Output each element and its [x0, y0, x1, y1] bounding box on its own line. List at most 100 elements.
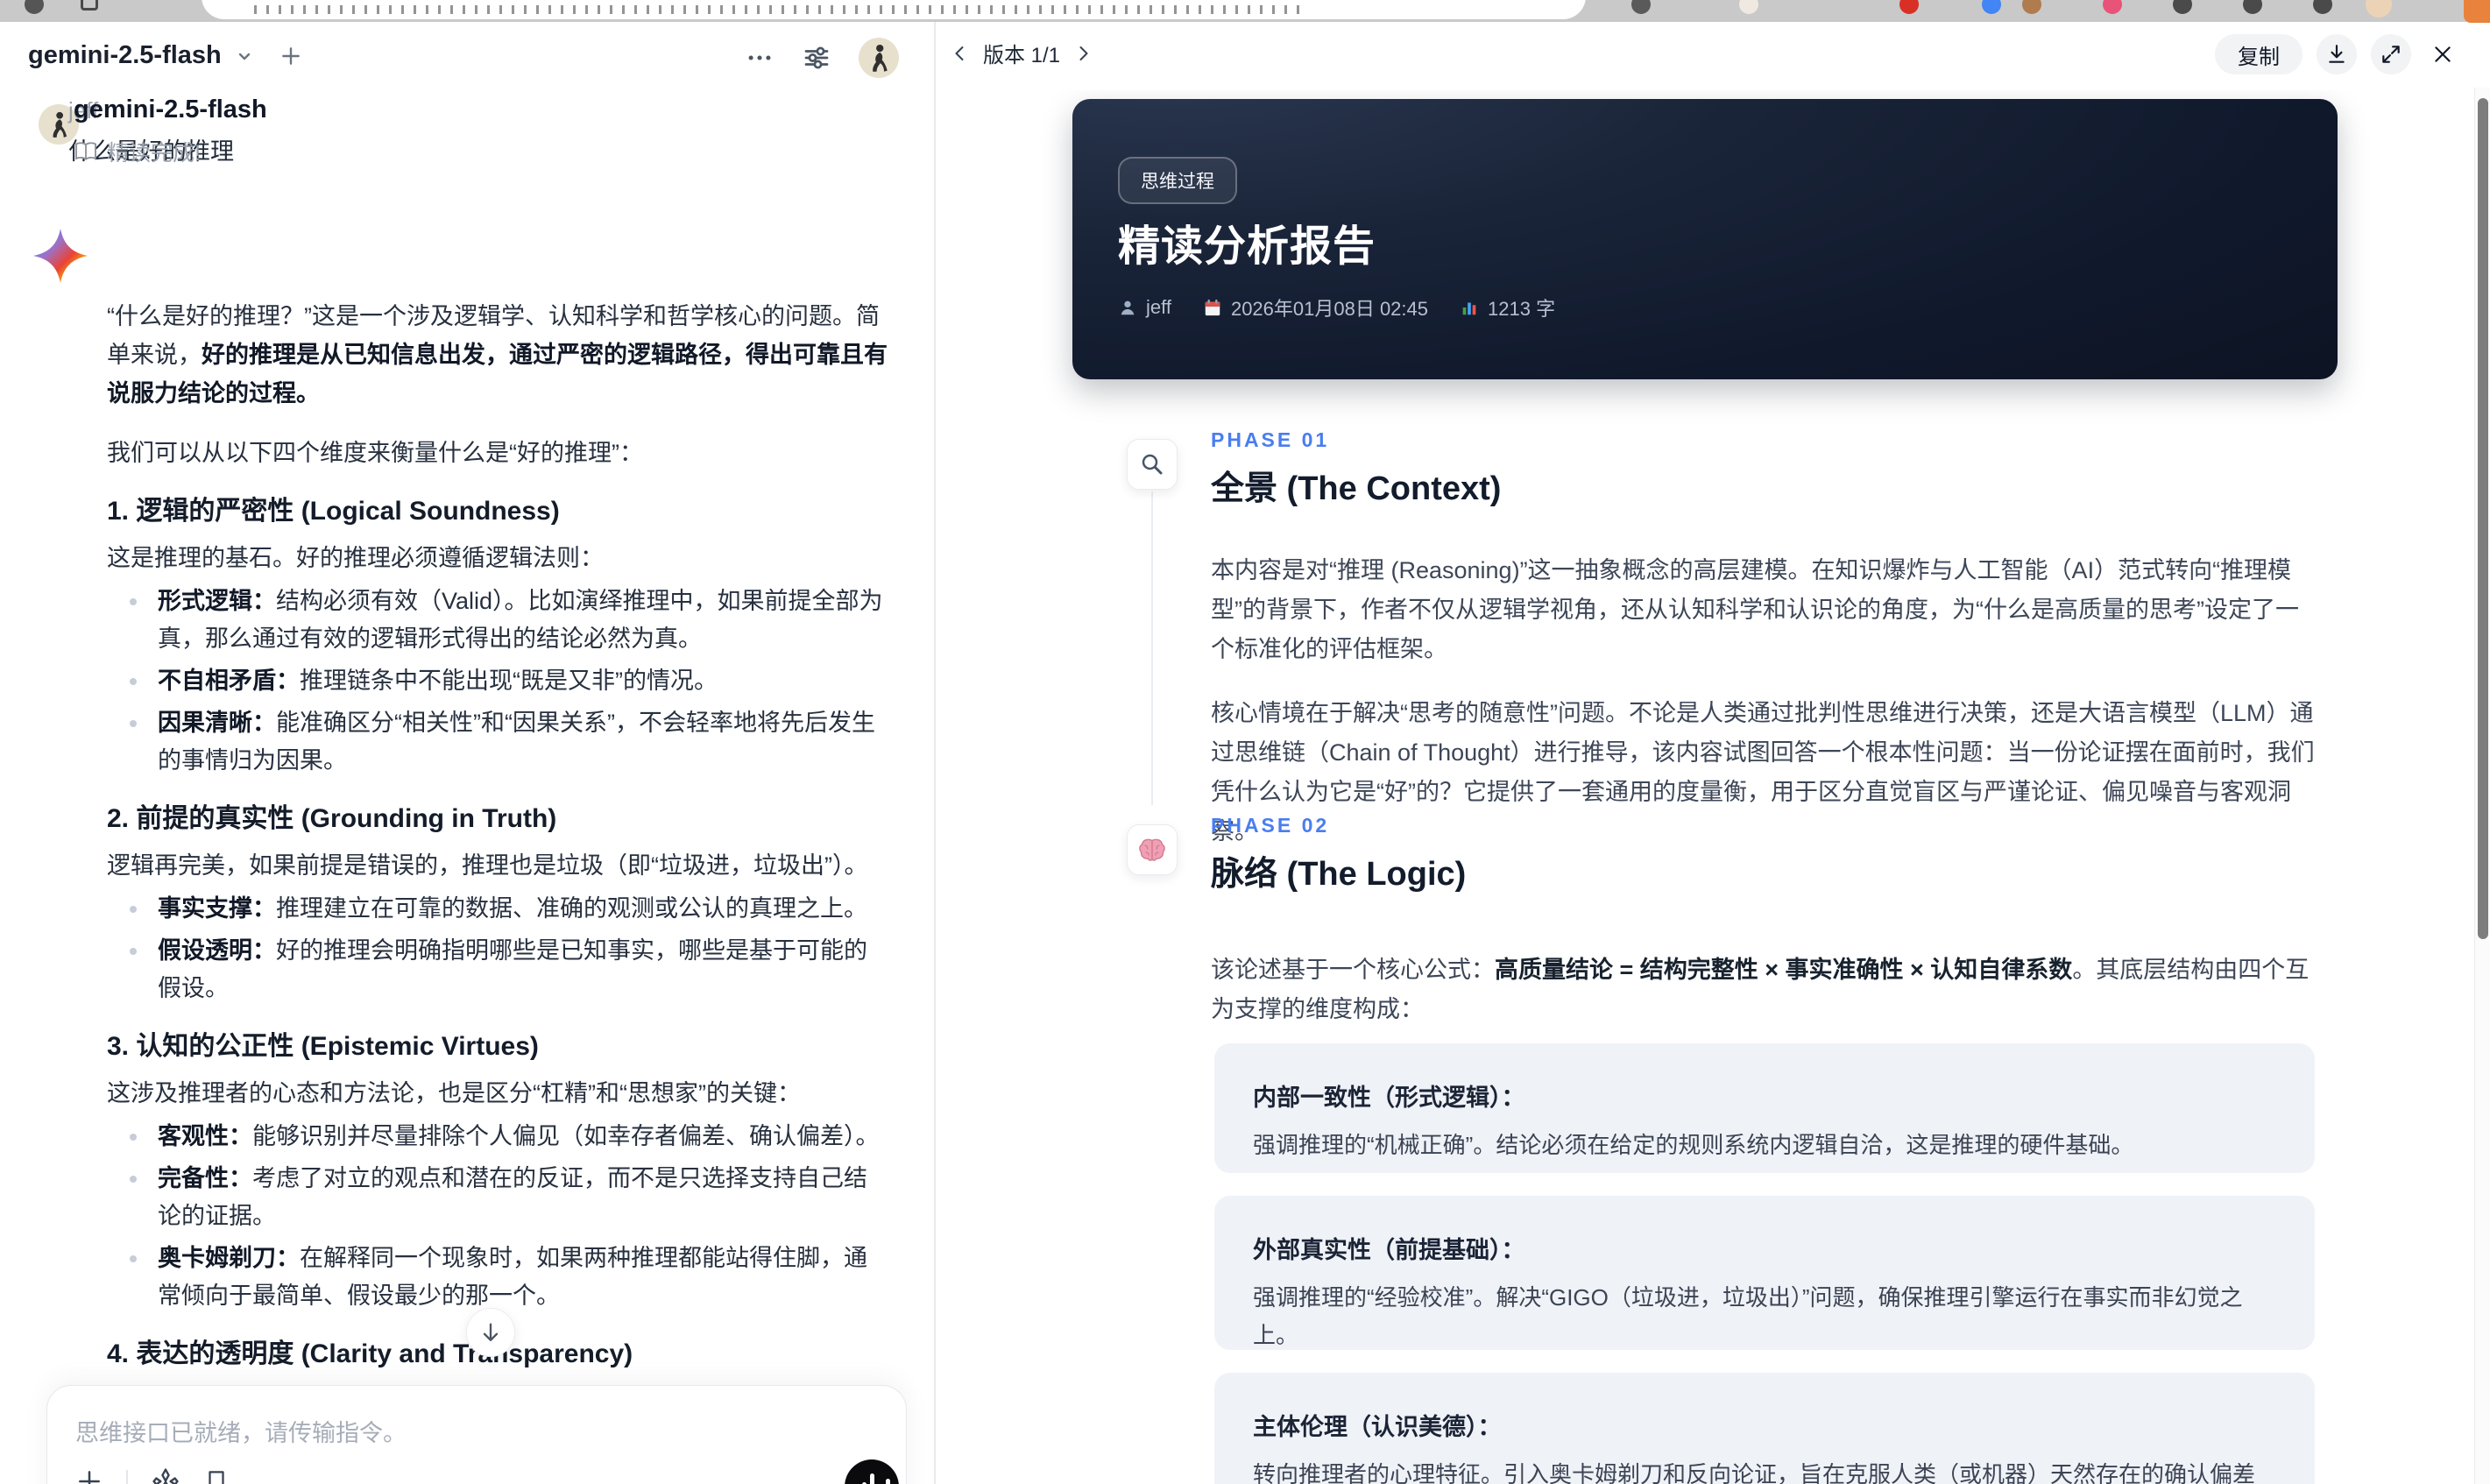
- apps-grid-icon[interactable]: [81, 0, 98, 11]
- report-date: 2026年01月08日 02:45: [1203, 293, 1428, 322]
- logic-card-1-text: 强调推理的“机械正确”。结论必须在给定的规则系统内逻辑自洽，这是推理的硬件基础。: [1253, 1132, 2134, 1158]
- reload-icon[interactable]: [25, 0, 44, 14]
- phase2-title: 脉络 (The Logic): [1211, 856, 1467, 893]
- section-list-1: 形式逻辑：结构必须有效（Valid）。比如演绎推理中，如果前提全部为真，那么通过…: [107, 583, 888, 780]
- assistant-status: 精读完成!: [74, 136, 201, 167]
- assistant-avatar: [33, 229, 88, 287]
- logic-card-1-title: 内部一致性（形式逻辑）：: [1253, 1085, 1525, 1111]
- version-navigator: 版本 1/1: [950, 38, 1093, 68]
- logic-card-2-title: 外部真实性（前提基础）：: [1253, 1237, 1525, 1263]
- app-window: gemini-2.5-flash jeff 什么是好的推理 gemini-2.5…: [0, 0, 2490, 1484]
- arrow-down-icon: [483, 1323, 499, 1341]
- gemini-star-icon: [33, 229, 88, 283]
- voice-input-button[interactable]: [845, 1459, 899, 1484]
- chat-composer[interactable]: 思维接口已就绪，请传输指令。: [46, 1385, 907, 1484]
- extension-dark-icon-2[interactable]: [2243, 0, 2262, 14]
- section-desc-1: 这是推理的基石。好的推理必须遵循逻辑法则：: [107, 545, 604, 571]
- chat-title[interactable]: gemini-2.5-flash: [28, 41, 222, 70]
- list-item: 事实支撑：推理建立在可靠的数据、准确的观测或公认的真理之上。: [107, 890, 888, 928]
- skills-diamond-icon[interactable]: [151, 1466, 180, 1484]
- user-avatar[interactable]: [859, 38, 899, 78]
- section-list-3: 客观性：能够识别并尽量排除个人偏见（如幸存者偏差、确认偏差）。 完备性：考虑了对…: [107, 1118, 888, 1315]
- close-button[interactable]: [2425, 34, 2460, 74]
- phase2-label: PHASE 02: [1211, 814, 1330, 837]
- report-author: jeff: [1118, 296, 1171, 319]
- extension-dark-icon-1[interactable]: [2173, 0, 2192, 14]
- extension-pink-icon[interactable]: [2103, 0, 2122, 14]
- logic-card-3-text: 转向推理者的心理特征。引入奥卡姆剃刀和反向论证，旨在克服人类（或机器）天然存在的…: [1253, 1461, 2256, 1484]
- artifact-actions: 复制: [2215, 34, 2460, 74]
- report-hero-card: 思维过程 精读分析报告 jeff 2026年01月08日 02:45 1213 …: [1072, 99, 2338, 379]
- chat-message-list: jeff 什么是好的推理 gemini-2.5-flash 精读完成! “什么是…: [0, 90, 934, 1484]
- copy-button[interactable]: 复制: [2215, 34, 2303, 74]
- avatar-figure-icon: [873, 44, 888, 72]
- logic-card-2-text: 强调推理的“经验校准”。解决“GIGO（垃圾进，垃圾出）”问题，确保推理引擎运行…: [1253, 1284, 2243, 1348]
- report-meta: jeff 2026年01月08日 02:45 1213 字: [1118, 293, 1555, 322]
- bookmark-star-icon[interactable]: [1631, 0, 1651, 14]
- waveform-bar: [885, 1479, 890, 1484]
- logic-card-2: 外部真实性（前提基础）： 强调推理的“经验校准”。解决“GIGO（垃圾进，垃圾出…: [1214, 1196, 2315, 1350]
- address-bar[interactable]: [202, 0, 1586, 19]
- attach-plus-icon[interactable]: [75, 1467, 103, 1484]
- extension-blue-icon[interactable]: [1982, 0, 2001, 14]
- more-options-icon[interactable]: [745, 43, 775, 73]
- browser-menu-button[interactable]: [2464, 0, 2490, 23]
- phase1-title: 全景 (The Context): [1211, 470, 1502, 507]
- section-desc-2: 逻辑再完美，如果前提是错误的，推理也是垃圾（即“垃圾进，垃圾出”）。: [107, 852, 868, 879]
- book-icon: [75, 142, 96, 160]
- phase1-label: PHASE 01: [1211, 428, 1330, 451]
- logic-card-3: 主体伦理（认识美德）： 转向推理者的心理特征。引入奥卡姆剃刀和反向论证，旨在克服…: [1214, 1373, 2315, 1484]
- section-heading-2: 2. 前提的真实性 (Grounding in Truth): [107, 804, 557, 833]
- phase1-icon-card: [1127, 439, 1178, 490]
- scrollbar-thumb[interactable]: [2478, 98, 2488, 939]
- chevron-right-icon[interactable]: [1072, 41, 1093, 66]
- phase2-icon-card: [1127, 824, 1178, 875]
- phase1-paragraph-1: 本内容是对“推理 (Reasoning)”这一抽象概念的高层建模。在知识爆炸与人…: [1211, 557, 2299, 662]
- expand-icon: [2382, 46, 2400, 63]
- extension-light-icon[interactable]: [1739, 0, 1758, 14]
- composer-placeholder[interactable]: 思维接口已就绪，请传输指令。: [75, 1414, 407, 1448]
- assistant-message-author: gemini-2.5-flash: [74, 95, 267, 124]
- section-heading-1: 1. 逻辑的严密性 (Logical Soundness): [107, 497, 560, 526]
- logic-card-1: 内部一致性（形式逻辑）： 强调推理的“机械正确”。结论必须在给定的规则系统内逻辑…: [1214, 1043, 2315, 1173]
- download-button[interactable]: [2317, 34, 2357, 74]
- bar-chart-icon: [1462, 302, 1476, 315]
- calendar-icon: [1205, 299, 1220, 316]
- chat-panel: gemini-2.5-flash jeff 什么是好的推理 gemini-2.5…: [0, 22, 934, 1484]
- list-item: 完备性：考虑了对立的观点和潜在的反证，而不是只选择支持自己结论的证据。: [107, 1160, 888, 1235]
- person-icon: [1121, 300, 1135, 315]
- extension-dark-icon-3[interactable]: [2313, 0, 2332, 14]
- section-desc-3: 这涉及推理者的心态和方法论，也是区分“杠精”和“思想家”的关键：: [107, 1080, 801, 1106]
- model-settings-sliders-icon[interactable]: [801, 42, 832, 74]
- avatar-figure-icon: [53, 111, 67, 138]
- version-label: 版本 1/1: [983, 44, 1061, 67]
- magnifier-icon: [1142, 454, 1163, 475]
- chevron-left-icon[interactable]: [950, 41, 971, 66]
- chevron-down-icon[interactable]: [234, 46, 255, 67]
- extension-red-icon[interactable]: [1899, 0, 1919, 14]
- extension-brown-icon[interactable]: [2022, 0, 2041, 14]
- scroll-to-bottom-button[interactable]: [466, 1308, 515, 1357]
- phase1-section: PHASE 01 全景 (The Context) 本内容是对“推理 (Reas…: [1211, 428, 2315, 852]
- toolbar-divider: [126, 1470, 128, 1484]
- lead-paragraph: 我们可以从以下四个维度来衡量什么是“好的推理”：: [107, 440, 643, 466]
- report-badge: 思维过程: [1118, 157, 1237, 204]
- section-list-2: 事实支撑：推理建立在可靠的数据、准确的观测或公认的真理之上。 假设透明：好的推理…: [107, 890, 888, 1007]
- artifact-content[interactable]: 思维过程 精读分析报告 jeff 2026年01月08日 02:45 1213 …: [936, 90, 2490, 1484]
- report-title: 精读分析报告: [1118, 223, 1376, 270]
- phase2-section: PHASE 02 脉络 (The Logic) 该论述基于一个核心公式：高质量结…: [1211, 814, 2315, 1029]
- composer-toolbar: [75, 1466, 230, 1484]
- url-text-fragment: [254, 5, 1305, 14]
- close-icon: [2435, 46, 2451, 62]
- phase-connector-line: [1151, 491, 1153, 805]
- list-item: 因果清晰：能准确区分“相关性”和“因果关系”，不会轻率地将先后发生的事情归为因果…: [107, 704, 888, 780]
- logic-card-3-title: 主体伦理（认识美德）：: [1253, 1414, 1502, 1440]
- browser-profile-avatar[interactable]: [2366, 0, 2392, 18]
- new-topic-plus-icon[interactable]: [279, 45, 302, 67]
- list-item: 奥卡姆剃刀：在解释同一个现象时，如果两种推理都能站得住脚，通常倾向于最简单、假设…: [107, 1240, 888, 1315]
- fullscreen-button[interactable]: [2371, 34, 2411, 74]
- download-icon: [2329, 45, 2345, 63]
- report-wordcount: 1213 字: [1460, 293, 1555, 322]
- bookmark-icon[interactable]: [203, 1467, 230, 1484]
- list-item: 形式逻辑：结构必须有效（Valid）。比如演绎推理中，如果前提全部为真，那么通过…: [107, 583, 888, 658]
